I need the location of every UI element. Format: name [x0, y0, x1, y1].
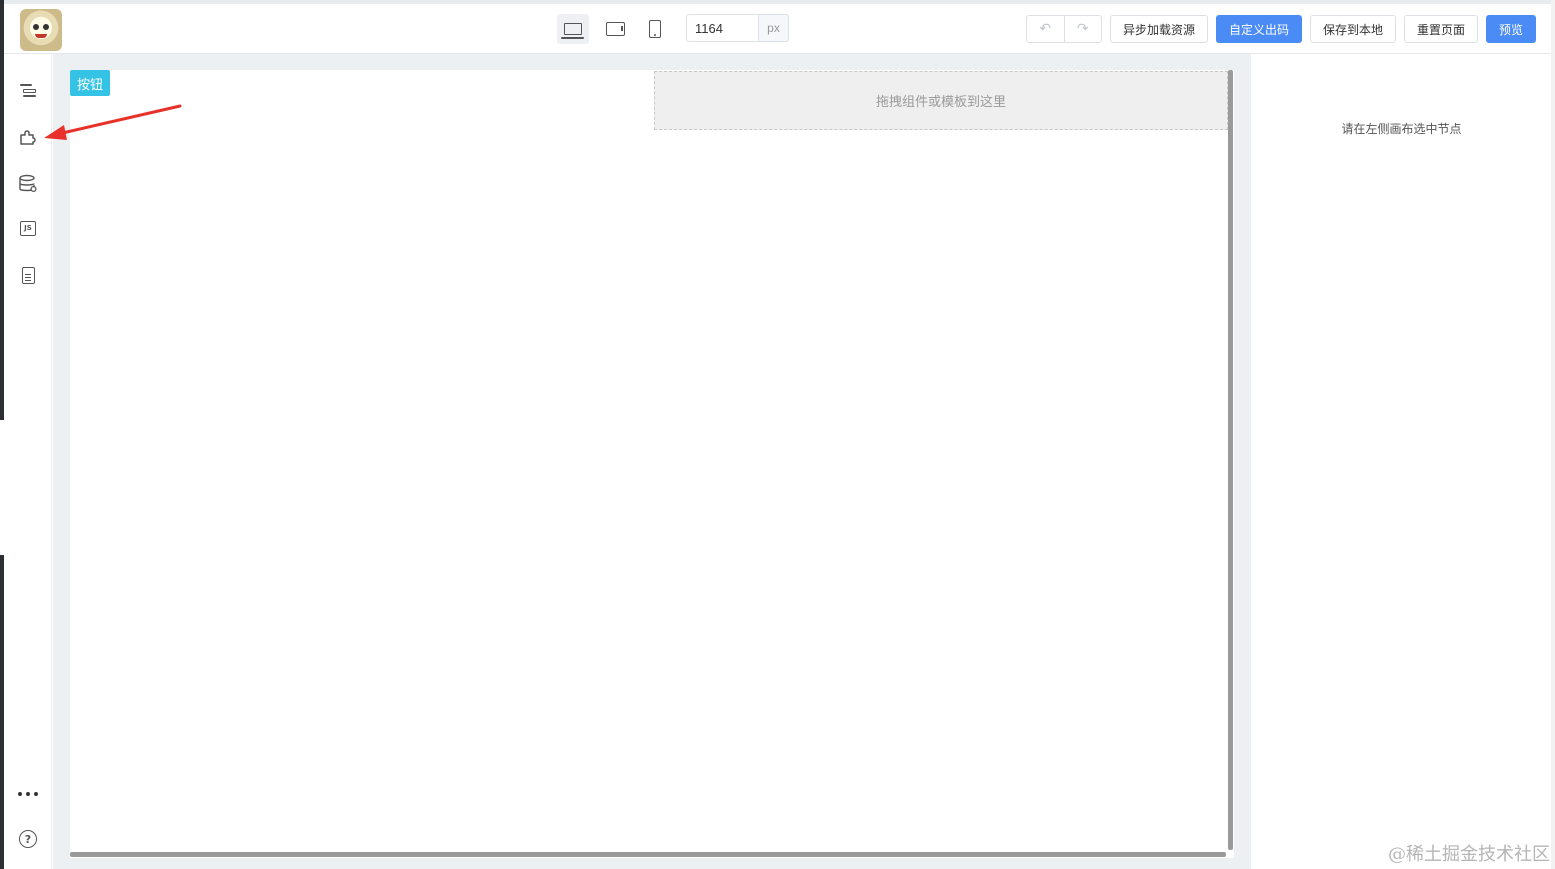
avatar-logo-icon: [20, 9, 62, 51]
js-code-icon: JS: [20, 220, 36, 236]
annotation-arrow: [44, 104, 182, 140]
reset-page-button[interactable]: 重置页面: [1404, 15, 1478, 43]
settings-empty-hint: 请在左侧画布选中节点: [1341, 122, 1462, 136]
more-button[interactable]: [18, 784, 38, 804]
save-to-local-button[interactable]: 保存到本地: [1310, 15, 1396, 43]
preview-button[interactable]: 预览: [1486, 15, 1536, 43]
custom-code-output-button[interactable]: 自定义出码: [1216, 15, 1302, 43]
left-icon-rail: JS ?: [4, 54, 52, 869]
canvas-width-input[interactable]: [686, 14, 758, 42]
tablet-icon: [605, 22, 625, 36]
tablet-view-button[interactable]: [599, 14, 631, 44]
outline-tree-button[interactable]: [18, 80, 38, 100]
history-buttons: ↶ ↷: [1026, 15, 1102, 43]
component-puzzle-icon: [20, 130, 36, 145]
canvas-button-component[interactable]: 按钮: [70, 70, 110, 96]
js-code-button[interactable]: JS: [18, 218, 38, 238]
undo-icon: ↶: [1039, 21, 1052, 37]
undo-button[interactable]: ↶: [1027, 16, 1064, 42]
outline-tree-icon: [20, 83, 36, 97]
redo-icon: ↷: [1076, 21, 1089, 37]
canvas-horizontal-scrollbar[interactable]: [70, 852, 1226, 857]
help-button[interactable]: ?: [18, 829, 38, 849]
canvas-width-unit: px: [758, 14, 789, 42]
component-library-button[interactable]: [18, 127, 38, 147]
more-dots-icon: [18, 792, 38, 796]
laptop-icon: [561, 23, 584, 39]
watermark: @稀土掘金技术社区: [1388, 844, 1550, 865]
design-canvas[interactable]: [70, 70, 1234, 858]
datasource-button[interactable]: [18, 174, 38, 194]
window-right-edge: [1551, 0, 1555, 869]
help-circle-icon: ?: [19, 830, 37, 848]
datasource-icon: [19, 174, 37, 193]
desktop-view-button[interactable]: [557, 14, 589, 44]
page-schema-button[interactable]: [18, 265, 38, 285]
phone-icon: [649, 20, 661, 38]
drop-zone[interactable]: 拖拽组件或模板到这里: [654, 71, 1228, 130]
top-toolbar: px ↶ ↷ 异步加载资源 自定义出码 保存到本地 重置页面 预览: [4, 0, 1555, 54]
settings-panel: [1252, 54, 1551, 869]
async-load-resources-button[interactable]: 异步加载资源: [1110, 15, 1208, 43]
page-schema-icon: [21, 266, 35, 284]
canvas-vertical-scrollbar[interactable]: [1228, 70, 1233, 850]
redo-button[interactable]: ↷: [1063, 16, 1102, 42]
phone-view-button[interactable]: [639, 14, 671, 44]
